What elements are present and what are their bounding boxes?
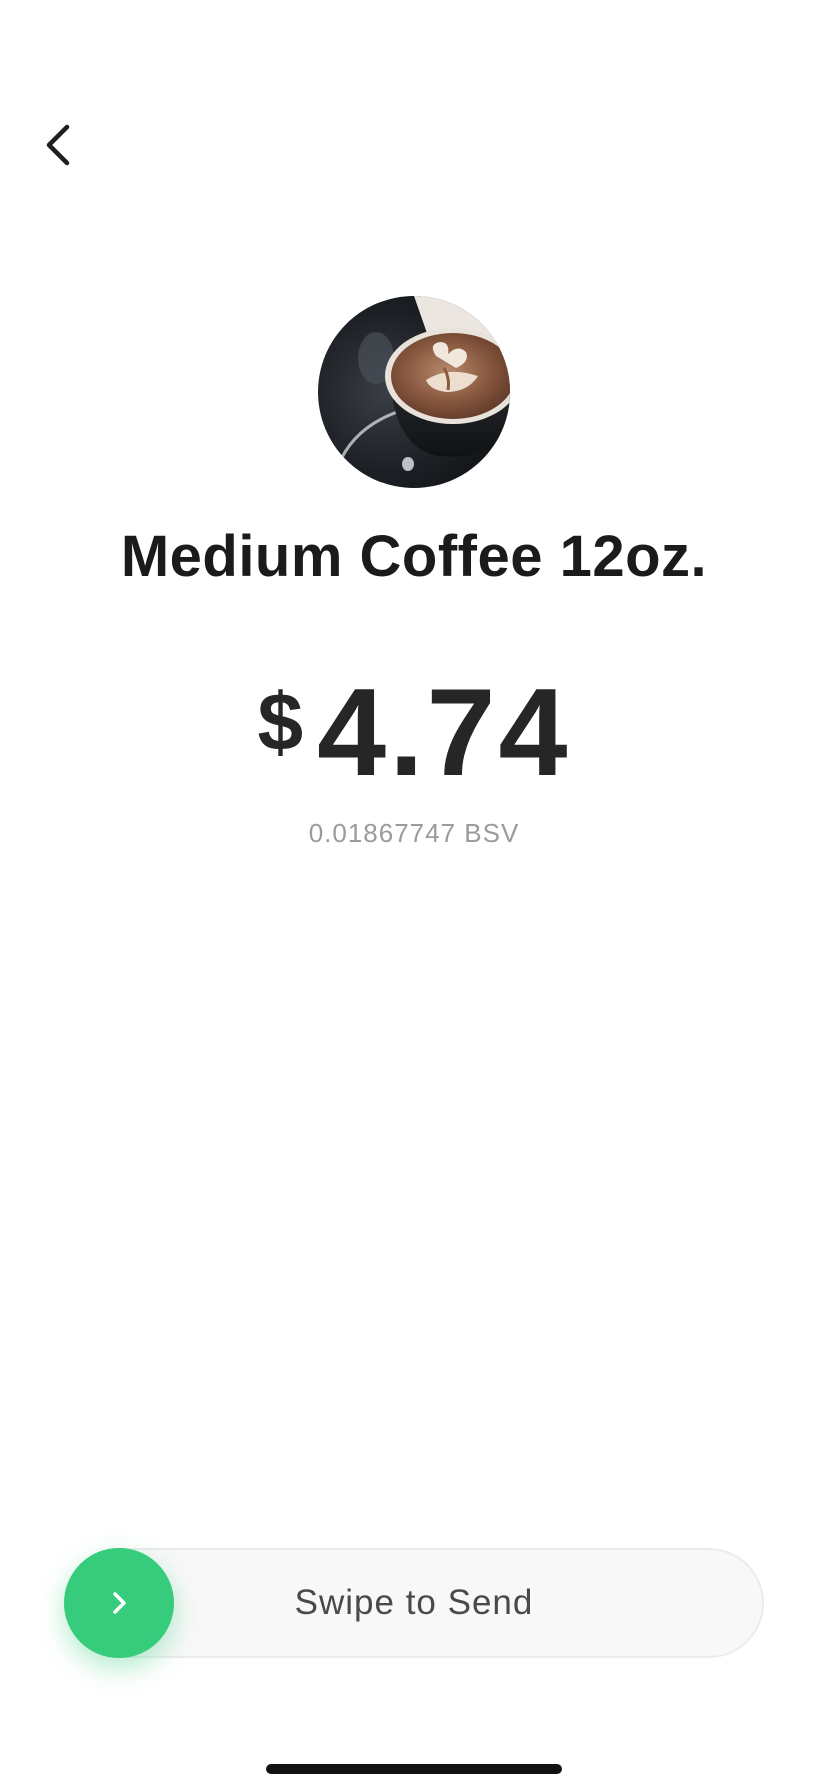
crypto-amount: 0.01867747 BSV	[308, 818, 520, 848]
product-title: Medium Coffee 12oz.	[120, 524, 708, 589]
chevron-right-icon	[109, 1589, 129, 1617]
price-amount: 4.74	[317, 664, 571, 802]
swipe-handle[interactable]	[64, 1548, 174, 1658]
product-image	[318, 296, 510, 488]
price-display: $ 4.74	[0, 668, 828, 798]
currency-symbol: $	[257, 677, 304, 768]
chevron-left-icon	[41, 123, 75, 167]
home-indicator	[266, 1764, 562, 1774]
back-button[interactable]	[28, 110, 88, 180]
